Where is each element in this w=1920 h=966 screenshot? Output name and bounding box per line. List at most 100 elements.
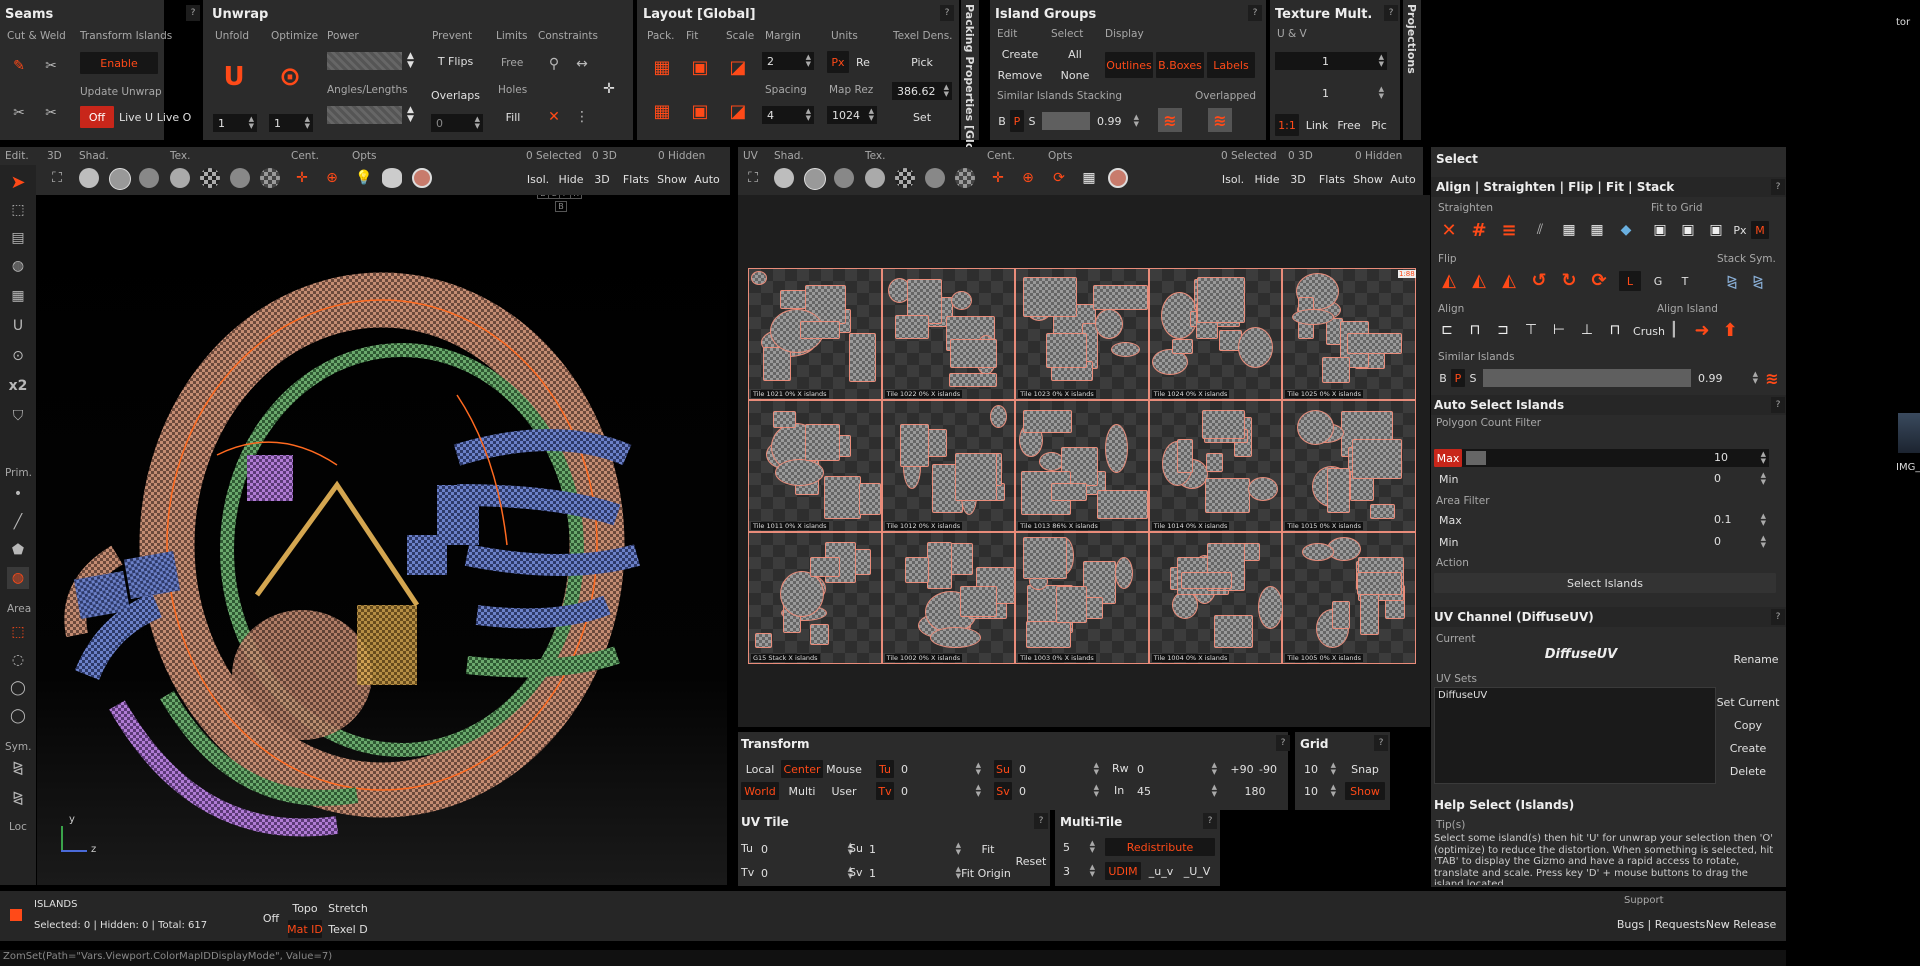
uv-island[interactable] — [926, 542, 952, 589]
outlines-button[interactable]: Outlines — [1105, 52, 1153, 78]
rename-button[interactable]: Rename — [1731, 649, 1781, 669]
uv-center-icon[interactable]: ✛ — [987, 167, 1009, 189]
display-off-button[interactable]: Off — [260, 908, 282, 928]
uv-tile[interactable]: Tile 1011 0% X islands — [748, 400, 882, 532]
align-island-v-icon[interactable]: ┃ — [1663, 319, 1685, 341]
uvtile-sv-input[interactable]: 1 ▲ ▼ — [864, 864, 964, 882]
tex-checker-icon[interactable] — [200, 168, 220, 188]
uv-auto-button[interactable]: Auto — [1388, 170, 1418, 188]
edge-constraint-icon[interactable]: ↔ — [571, 53, 593, 75]
pack-all-icon[interactable]: ▦ — [649, 98, 675, 124]
tu-button[interactable]: Tu — [876, 760, 894, 778]
center-button[interactable]: Center — [781, 760, 823, 778]
fit-m-button[interactable]: M — [1751, 221, 1769, 239]
uv-island[interactable] — [1045, 333, 1087, 368]
scale-icon[interactable]: ◪ — [725, 54, 751, 80]
rotate-ccw-icon[interactable]: ↺ — [1526, 267, 1552, 293]
pic-button[interactable]: Pic — [1366, 114, 1392, 136]
select-arrow-icon[interactable]: ➤ — [7, 171, 29, 193]
auto-button[interactable]: Auto — [692, 170, 722, 188]
uv-island[interactable] — [1023, 277, 1078, 317]
view-cube[interactable]: T B L F R B — [537, 195, 585, 237]
multi-button[interactable]: Multi — [781, 782, 823, 800]
flip-t-button[interactable]: T — [1674, 271, 1696, 291]
set-current-button[interactable]: Set Current — [1717, 692, 1780, 712]
weld-loop-icon[interactable]: ✂ — [40, 102, 62, 124]
uv-set-item[interactable]: DiffuseUV — [1438, 690, 1487, 701]
local-button[interactable]: Local — [741, 760, 779, 778]
uv-tile[interactable]: Tile 1002 0% X islands — [881, 532, 1016, 664]
center-icon[interactable]: ✛ — [291, 167, 313, 189]
flip-v-icon[interactable]: ◭ — [1466, 267, 1492, 293]
circle-select-icon[interactable]: ◯ — [7, 705, 29, 727]
uv-island[interactable] — [900, 424, 930, 467]
straighten-diag-icon[interactable]: ⫽ — [1529, 219, 1551, 241]
uv-island[interactable] — [1055, 586, 1087, 623]
uv-island[interactable] — [824, 476, 861, 519]
similar-p-button[interactable]: P — [1451, 369, 1465, 387]
stack-sym-2-icon[interactable]: ⧎ — [1747, 271, 1769, 293]
uv-frame-icon[interactable]: ⛶ — [742, 167, 764, 189]
uv-island[interactable] — [1206, 453, 1224, 472]
uvtile-fit-origin-button[interactable]: Fit Origin — [956, 864, 1016, 882]
uv-island[interactable] — [955, 453, 998, 501]
cut-icon[interactable]: ✎ — [8, 55, 30, 77]
angles-value[interactable]: 0 ▲ ▼ — [431, 114, 483, 132]
x2-icon[interactable]: x2 — [7, 375, 29, 397]
unfold-iterations[interactable]: 1 ▲ ▼ — [213, 114, 257, 132]
uvtile-fit-button[interactable]: Fit — [968, 840, 1008, 858]
create-button[interactable]: Create — [1717, 738, 1779, 758]
uv-island[interactable] — [774, 459, 824, 486]
margin-input[interactable]: 2 ▲ ▼ — [762, 52, 814, 70]
tex-checker2-icon[interactable] — [260, 168, 280, 188]
align-left-icon[interactable]: ⊏ — [1436, 319, 1458, 341]
overlaps-button[interactable]: Overlaps — [428, 84, 483, 106]
uv-tex-map-icon[interactable] — [925, 168, 945, 188]
uv-channel-help-icon[interactable]: ? — [1771, 609, 1785, 625]
uv-tile[interactable]: Tile 1012 0% X islands — [881, 400, 1016, 532]
select-all-button[interactable]: All — [1050, 45, 1100, 63]
flag-icon[interactable]: ▤ — [7, 227, 29, 249]
fit-icon[interactable]: ▣ — [687, 54, 713, 80]
opts-lens-icon[interactable] — [382, 168, 402, 188]
uv-isol-button[interactable]: Isol. — [1219, 170, 1247, 188]
uv-island[interactable] — [1172, 591, 1199, 619]
uv-island[interactable] — [1114, 557, 1133, 589]
grid-v-input[interactable]: 10 ▲ ▼ — [1299, 782, 1339, 800]
rotate-any-icon[interactable]: ⟳ — [1586, 267, 1612, 293]
udim-button[interactable]: UDIM — [1105, 862, 1141, 880]
uv-hide-button[interactable]: Hide — [1252, 170, 1282, 188]
t-flips-button[interactable]: T Flips — [428, 50, 483, 72]
uv-island[interactable] — [1050, 483, 1087, 501]
tile-grid2-icon[interactable]: ▦ — [1586, 219, 1608, 241]
user-button[interactable]: User — [825, 782, 863, 800]
uv-grid-icon[interactable]: ▦ — [1078, 167, 1100, 189]
u-v-button[interactable]: _u_v — [1144, 862, 1178, 880]
uv-island[interactable] — [950, 339, 998, 368]
rotate-cw-icon[interactable]: ↻ — [1556, 267, 1582, 293]
free-button[interactable]: Free — [1334, 114, 1364, 136]
poly-max-slider[interactable]: Max 10 ▲ ▼ — [1434, 449, 1769, 467]
fit-grid-1-icon[interactable]: ▣ — [1649, 219, 1671, 241]
show-button[interactable]: Show — [656, 170, 688, 188]
redistribute-button[interactable]: Redistribute — [1105, 838, 1215, 856]
uv-island[interactable] — [1327, 468, 1351, 513]
tv-input[interactable]: 0 ▲ ▼ — [896, 782, 984, 800]
U-V-button[interactable]: _U_V — [1180, 862, 1214, 880]
uv-tile[interactable]: Tile 1022 0% X islands — [881, 268, 1016, 400]
uv-island[interactable] — [773, 411, 797, 428]
uv-shade-wire-icon[interactable] — [804, 168, 826, 190]
rotate-plus90-button[interactable]: +90 — [1230, 760, 1254, 778]
auto-select-help-icon[interactable]: ? — [1771, 397, 1785, 413]
live-u-button[interactable]: Live U — [118, 106, 154, 128]
uv-island[interactable] — [1104, 424, 1128, 473]
select-islands-button[interactable]: Select Islands — [1434, 573, 1776, 593]
stack-icon[interactable]: ≋ — [1158, 108, 1182, 132]
su-button[interactable]: Su — [994, 760, 1012, 778]
mouse-button[interactable]: Mouse — [825, 760, 863, 778]
uv-island[interactable] — [799, 321, 840, 339]
uv-island[interactable] — [754, 633, 772, 648]
sym-x-icon[interactable]: ⧎ — [7, 757, 29, 779]
uv-island[interactable] — [1292, 309, 1335, 325]
uv-tile[interactable]: Tile 1005 0% X islands — [1282, 532, 1416, 664]
